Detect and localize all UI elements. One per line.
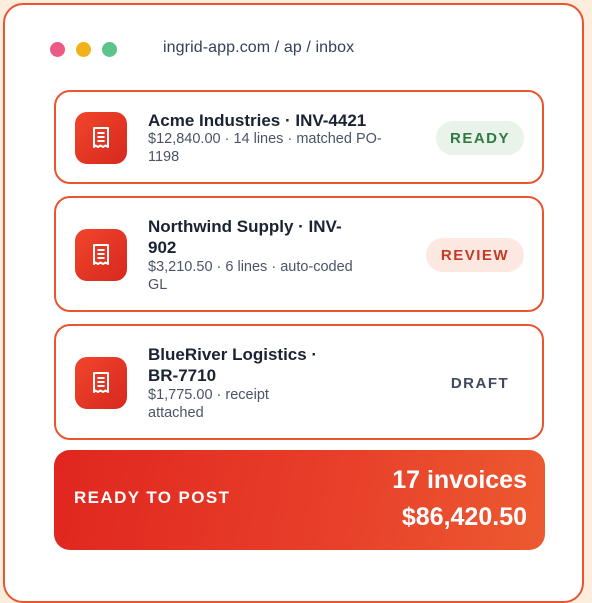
invoice-subtitle: $3,210.50 · 6 lines · auto-coded GL [148, 259, 353, 293]
invoice-total: $86,420.50 [401, 503, 527, 531]
receipt-icon [75, 112, 127, 164]
invoice-subtitle: $1,775.00 · receipt attached [148, 387, 269, 421]
invoice-card[interactable]: BlueRiver Logistics · BR-7710 $1,775.00 … [54, 324, 544, 440]
invoice-card[interactable]: Northwind Supply · INV-902 $3,210.50 · 6… [54, 196, 544, 312]
invoice-title: Acme Industries · INV-4421 [148, 111, 367, 130]
invoice-title: Northwind Supply · INV-902 [148, 217, 342, 257]
invoice-title: BlueRiver Logistics · BR-7710 [148, 345, 318, 385]
status-badge: REVIEW [426, 238, 524, 272]
post-label: READY TO POST [74, 488, 231, 507]
status-badge: READY [436, 121, 524, 155]
title-bar: ingrid-app.com / ap / inbox [5, 5, 582, 93]
minimize-window-dot[interactable] [76, 42, 91, 57]
invoice-subtitle: $12,840.00 · 14 lines · matched PO-1198 [148, 131, 382, 165]
close-window-dot[interactable] [50, 42, 65, 57]
status-badge: DRAFT [450, 374, 510, 392]
invoice-count: 17 invoices [392, 466, 527, 494]
receipt-icon [75, 229, 127, 281]
invoice-card[interactable]: Acme Industries · INV-4421 $12,840.00 · … [54, 90, 544, 184]
ready-to-post-button[interactable]: READY TO POST 17 invoices $86,420.50 [54, 450, 545, 550]
receipt-icon [75, 357, 127, 409]
maximize-window-dot[interactable] [102, 42, 117, 57]
address-bar[interactable]: ingrid-app.com / ap / inbox [163, 39, 354, 57]
